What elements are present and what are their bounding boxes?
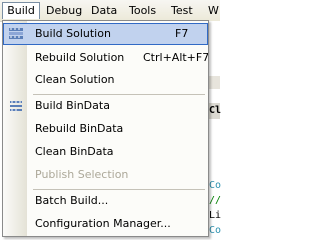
build-menu-dropdown: Build Solution F7 Rebuild Solution Ctrl+…	[2, 20, 209, 237]
menu-item-rebuild-solution[interactable]: Rebuild Solution Ctrl+Alt+F7	[3, 47, 208, 69]
menu-item-label: Rebuild BinData	[35, 122, 124, 135]
menu-item-label: Configuration Manager...	[35, 217, 171, 230]
menu-build[interactable]: Build	[2, 2, 40, 19]
menu-tools[interactable]: Tools	[129, 3, 156, 19]
menu-item-label: Publish Selection	[35, 168, 129, 181]
menu-item-clean-solution[interactable]: Clean Solution	[3, 69, 208, 91]
menu-item-build-solution[interactable]: Build Solution F7	[3, 23, 208, 45]
menu-item-label: Rebuild Solution	[35, 51, 125, 64]
menu-item-label: Build BinData	[35, 99, 110, 112]
menu-item-label: Clean Solution	[35, 73, 115, 86]
menu-item-batch-build[interactable]: Batch Build...	[3, 190, 208, 212]
editor-tab-strip	[208, 76, 220, 89]
menu-item-shortcut: F7	[175, 27, 189, 40]
menu-window[interactable]: W	[208, 3, 219, 19]
editor-text-line: //	[209, 195, 222, 206]
menu-bar: Build Debug Data Tools Test W	[0, 0, 220, 22]
menu-item-label: Batch Build...	[35, 194, 109, 207]
menu-item-configuration-manager[interactable]: Configuration Manager...	[3, 213, 208, 235]
menu-item-shortcut: Ctrl+Alt+F7	[143, 51, 209, 64]
menu-data[interactable]: Data	[91, 3, 117, 19]
menu-item-label: Build Solution	[35, 27, 111, 40]
menu-item-clean-bindata[interactable]: Clean BinData	[3, 141, 208, 163]
menu-test[interactable]: Test	[171, 3, 193, 19]
menu-item-build-bindata[interactable]: Build BinData	[3, 95, 208, 117]
editor-background: Cl Co // Li Co	[208, 21, 222, 239]
editor-text-line: Co	[209, 225, 222, 236]
build-solution-icon	[9, 28, 23, 39]
menu-item-publish-selection: Publish Selection	[3, 164, 208, 186]
editor-text-line: Cl	[209, 105, 222, 116]
editor-text-line: Co	[209, 180, 222, 191]
menu-item-label: Clean BinData	[35, 145, 114, 158]
build-project-icon	[10, 101, 22, 111]
menu-debug[interactable]: Debug	[46, 3, 82, 19]
editor-text-line: Li	[209, 210, 222, 221]
menu-item-rebuild-bindata[interactable]: Rebuild BinData	[3, 118, 208, 140]
